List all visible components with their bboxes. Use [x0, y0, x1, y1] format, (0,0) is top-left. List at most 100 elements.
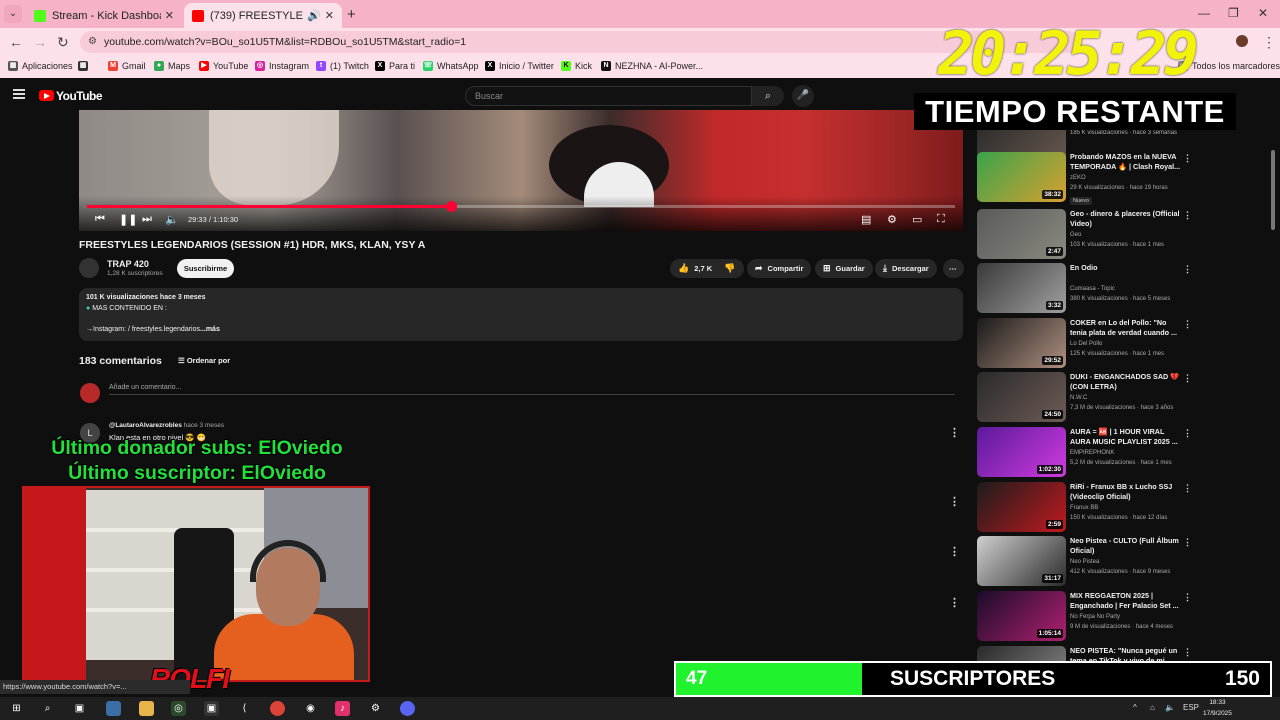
recommended-title[interactable]: En Odio	[1070, 263, 1182, 273]
recommended-title[interactable]: Probando MAZOS en la NUEVA TEMPORADA 🔥 |…	[1070, 152, 1182, 172]
tab-search-button[interactable]: ⌄	[4, 5, 22, 23]
video-menu-icon[interactable]: ⋮	[1183, 592, 1192, 603]
pause-icon[interactable]: ❚❚	[119, 213, 137, 226]
download-button[interactable]: ⤓ Descargar	[875, 259, 937, 278]
comment-menu-icon[interactable]: ⋮	[949, 596, 960, 609]
video-menu-icon[interactable]: ⋮	[1183, 373, 1192, 384]
task-view-icon[interactable]: ▣	[72, 701, 87, 716]
menu-icon[interactable]	[13, 89, 25, 99]
more-actions-button[interactable]: ⋯	[943, 259, 964, 278]
windows-start-icon[interactable]: ⊞	[9, 701, 24, 716]
description-box[interactable]: 101 K visualizaciones hace 3 meses ● MAS…	[79, 288, 963, 341]
forward-icon[interactable]: →	[33, 34, 47, 50]
bookmark-nezhna[interactable]: N NEZHNA - AI-Power...	[601, 61, 703, 71]
tray-chevron-icon[interactable]: ^	[1133, 703, 1137, 712]
video-thumbnail[interactable]: 1:05:14	[977, 591, 1066, 641]
chrome-icon[interactable]	[270, 701, 285, 716]
browser-menu-icon[interactable]: ⋮	[1262, 34, 1276, 51]
reload-icon[interactable]: ↻	[57, 34, 69, 51]
settings-gear-icon[interactable]: ⚙	[887, 213, 897, 226]
bookmark-x[interactable]: X Para ti	[375, 61, 415, 71]
bookmark-apps[interactable]: ▦ Aplicaciones	[8, 61, 73, 71]
recommended-title[interactable]: COKER en Lo del Pollo: "No tenia plata d…	[1070, 318, 1182, 338]
volume-icon[interactable]: 🔈	[165, 213, 179, 226]
next-icon[interactable]: ⏭	[142, 213, 152, 226]
share-button[interactable]: ➦ Compartir	[747, 259, 812, 278]
recommended-channel[interactable]: Cumaasa - Topic	[1070, 286, 1115, 292]
bookmark-instagram[interactable]: ◎ Instagram	[255, 61, 309, 71]
tab-close-icon[interactable]: ✕	[325, 9, 334, 22]
video-player[interactable]: ⏮ ❚❚ ⏭ 🔈 29:33 / 1:10:30 ▤ ⚙ ▭ ⛶	[79, 110, 963, 231]
close-window-icon[interactable]: ✕	[1258, 6, 1268, 20]
tab-kick-dashboard[interactable]: Stream - Kick Dashboard ✕	[26, 3, 182, 28]
recommended-video[interactable]: 38:32 Probando MAZOS en la NUEVA TEMPORAD…	[977, 152, 1192, 205]
subscribe-button[interactable]: Suscribirme	[177, 259, 234, 278]
bookmark-whatsapp[interactable]: ☏ WhatsApp	[423, 61, 479, 71]
app-icon[interactable]: ⟨	[237, 701, 252, 716]
tab-close-icon[interactable]: ✕	[165, 9, 174, 22]
video-menu-icon[interactable]: ⋮	[1183, 537, 1192, 548]
recommended-title[interactable]: RiRi - Franux BB x Lucho SSJ (Videoclip …	[1070, 482, 1182, 502]
video-thumbnail[interactable]: 38:32	[977, 152, 1066, 202]
app-icon[interactable]	[106, 701, 121, 716]
mic-icon[interactable]: 🎤	[792, 85, 814, 107]
add-comment-input[interactable]: Añade un comentario...	[109, 384, 955, 395]
recommended-video[interactable]: 2:47 Geo - dinero & placeres (Official Vi…	[977, 209, 1192, 261]
new-tab-button[interactable]: +	[347, 6, 356, 23]
video-thumbnail[interactable]: 24:50	[977, 372, 1066, 422]
video-menu-icon[interactable]: ⋮	[1183, 210, 1192, 221]
video-menu-icon[interactable]: ⋮	[1183, 428, 1192, 439]
recommended-video[interactable]: 3:32 En Odio Cumaasa - Topic 380 K visualiz…	[977, 263, 1192, 315]
recommended-title[interactable]: Geo - dinero & placeres (Official Video)	[1070, 209, 1182, 229]
profile-avatar[interactable]	[1236, 35, 1248, 47]
previous-icon[interactable]: ⏮	[95, 213, 105, 226]
search-button[interactable]: ⌕	[752, 86, 784, 106]
recommended-video[interactable]: 1:02:30 AURA = 🆎 | 1 HOUR VIRAL AURA MUSI…	[977, 427, 1192, 479]
file-explorer-icon[interactable]	[139, 701, 154, 716]
recommended-title[interactable]: DUKI - ENGANCHADOS SAD 💔 (CON LETRA)	[1070, 372, 1182, 392]
subtitles-icon[interactable]: ▤	[861, 213, 871, 226]
dislike-icon[interactable]: 👎	[724, 263, 735, 274]
taskbar-clock[interactable]: 18:33 17/9/2025	[1203, 697, 1232, 719]
settings-gear-icon[interactable]: ⚙	[368, 701, 383, 716]
tiktok-icon[interactable]: ♪	[335, 701, 350, 716]
bookmark-twitter[interactable]: X Inicio / Twitter	[485, 61, 554, 71]
fullscreen-icon[interactable]: ⛶	[937, 213, 945, 226]
recommended-channel[interactable]: N.W.C	[1070, 395, 1087, 401]
site-info-icon[interactable]: ⚙	[88, 31, 97, 53]
comment-author[interactable]: @LautaroAlvarezrobles hace 3 meses	[109, 422, 224, 429]
recommended-video[interactable]: 29:52 COKER en Lo del Pollo: "No tenia pl…	[977, 318, 1192, 370]
back-icon[interactable]: ←	[9, 34, 23, 50]
comment-menu-icon[interactable]: ⋮	[949, 495, 960, 508]
minimize-icon[interactable]: —	[1198, 6, 1210, 20]
video-thumbnail[interactable]: 2:47	[977, 209, 1066, 259]
address-bar[interactable]: ⚙ youtube.com/watch?v=BOu_so1U5TM&list=R…	[80, 31, 1080, 53]
progress-scrubber[interactable]	[445, 201, 457, 212]
video-menu-icon[interactable]: ⋮	[1183, 483, 1192, 494]
recommended-channel[interactable]: Franux BB	[1070, 505, 1098, 511]
video-thumbnail[interactable]: 2:59	[977, 482, 1066, 532]
recommended-video[interactable]: 31:17 Neo Pistea - CULTO (Full Álbum Ofic…	[977, 536, 1192, 588]
volume-icon[interactable]: 🔈	[1165, 703, 1175, 712]
tab-youtube-video[interactable]: (739) FREESTYLES LEGENDA 🔊 ✕	[184, 3, 342, 28]
restore-icon[interactable]: ❐	[1228, 6, 1239, 20]
recommended-channel[interactable]: No Ferpa No Party	[1070, 614, 1120, 620]
search-icon[interactable]: ⌕	[40, 701, 55, 716]
language-indicator[interactable]: ESP	[1183, 703, 1199, 712]
video-menu-icon[interactable]: ⋮	[1183, 319, 1192, 330]
video-menu-icon[interactable]: ⋮	[1183, 264, 1192, 275]
video-menu-icon[interactable]: ⋮	[1183, 153, 1192, 164]
recommended-video[interactable]: 2:59 RiRi - Franux BB x Lucho SSJ (Videoc…	[977, 482, 1192, 534]
theater-mode-icon[interactable]: ▭	[912, 213, 922, 226]
app-icon[interactable]: ◎	[171, 701, 186, 716]
search-input[interactable]: Buscar	[465, 86, 752, 106]
recommended-channel[interactable]: Lo Del Pollo	[1070, 341, 1102, 347]
recommended-video[interactable]: 1:05:14 MIX REGGAETON 2025 | Enganchado |…	[977, 591, 1192, 643]
bookmark-gmail[interactable]: M Gmail	[108, 61, 146, 71]
recommended-title[interactable]: Neo Pistea - CULTO (Full Álbum Oficial)	[1070, 536, 1182, 556]
show-more-link[interactable]: ...más	[200, 326, 220, 333]
network-icon[interactable]: ⌂	[1150, 703, 1155, 712]
recommended-title[interactable]: AURA = 🆎 | 1 HOUR VIRAL AURA MUSIC PLAYL…	[1070, 427, 1182, 447]
bookmark-maps[interactable]: ● Maps	[154, 61, 190, 71]
recommended-channel[interactable]: zEKO	[1070, 175, 1086, 181]
